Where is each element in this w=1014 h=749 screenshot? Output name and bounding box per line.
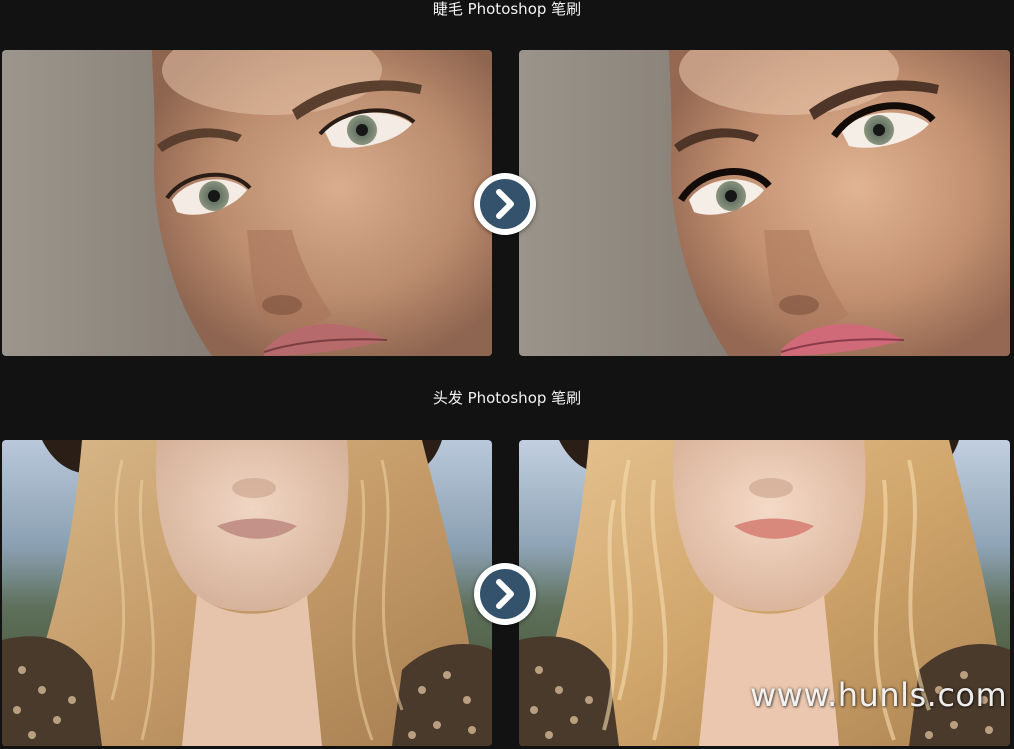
section-title-hair: 头发 Photoshop 笔刷 bbox=[432, 389, 582, 407]
page: 睫毛 Photoshop 笔刷 头发 Photoshop 笔刷 www.hunl… bbox=[0, 0, 1014, 749]
chevron-right-icon bbox=[480, 179, 530, 229]
next-arrow-button[interactable] bbox=[474, 173, 536, 235]
eyelashes-before-photo bbox=[2, 50, 492, 356]
hair-before-photo bbox=[2, 440, 492, 746]
watermark: www.hunls.com bbox=[750, 676, 1008, 714]
section-title-eyelashes: 睫毛 Photoshop 笔刷 bbox=[432, 0, 582, 18]
eyelashes-after-photo bbox=[519, 50, 1010, 356]
chevron-right-icon bbox=[480, 569, 530, 619]
next-arrow-button[interactable] bbox=[474, 563, 536, 625]
